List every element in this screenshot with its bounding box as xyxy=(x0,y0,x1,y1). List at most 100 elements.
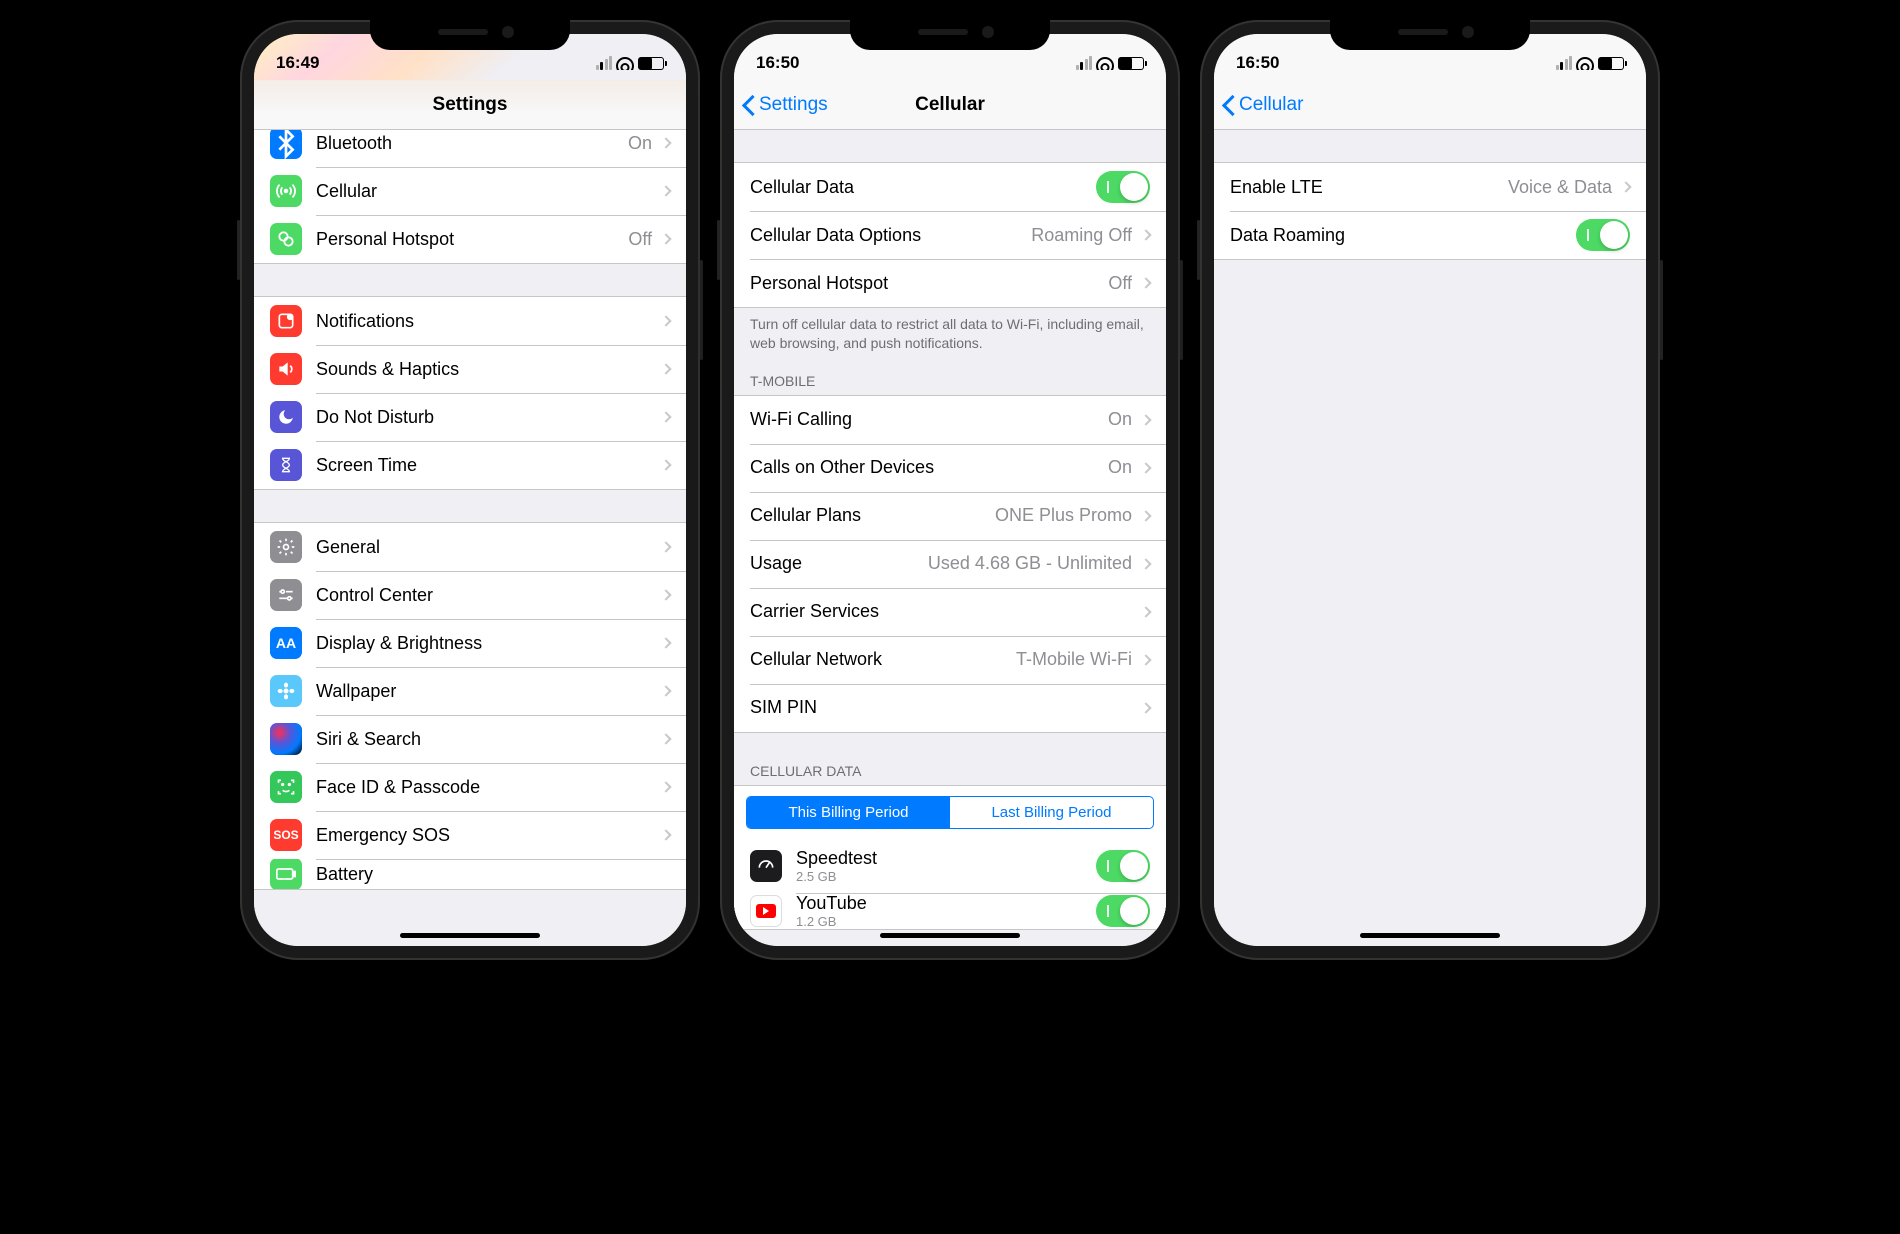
chevron-right-icon xyxy=(1140,702,1151,713)
signal-icon xyxy=(1076,56,1093,70)
chevron-right-icon xyxy=(660,541,671,552)
wifi-icon xyxy=(1576,57,1594,70)
row-enable-lte[interactable]: Enable LTE Voice & Data xyxy=(1214,163,1646,211)
battery-icon xyxy=(270,859,302,889)
status-time: 16:50 xyxy=(1236,53,1279,73)
display-icon: AA xyxy=(270,627,302,659)
row-calls-other[interactable]: Calls on Other Devices On xyxy=(734,444,1166,492)
row-wallpaper[interactable]: Wallpaper xyxy=(254,667,686,715)
battery-icon xyxy=(1118,57,1144,70)
notifications-icon xyxy=(270,305,302,337)
row-faceid[interactable]: Face ID & Passcode xyxy=(254,763,686,811)
cellular-content[interactable]: Cellular Data Cellular Data Options Roam… xyxy=(734,130,1166,946)
notch xyxy=(1330,20,1530,50)
row-hotspot[interactable]: Personal Hotspot Off xyxy=(254,215,686,263)
cellular-data-toggle[interactable] xyxy=(1096,171,1150,203)
hotspot-icon xyxy=(270,223,302,255)
row-data-roaming[interactable]: Data Roaming xyxy=(1214,211,1646,259)
bluetooth-icon xyxy=(270,130,302,159)
back-button[interactable]: Settings xyxy=(742,94,828,116)
nav-title: Settings xyxy=(433,94,508,116)
chevron-right-icon xyxy=(1140,510,1151,521)
sounds-icon xyxy=(270,353,302,385)
row-carrier-services[interactable]: Carrier Services xyxy=(734,588,1166,636)
row-screentime[interactable]: Screen Time xyxy=(254,441,686,489)
chevron-right-icon xyxy=(660,459,671,470)
chevron-right-icon xyxy=(1620,181,1631,192)
gear-icon xyxy=(270,531,302,563)
chevron-right-icon xyxy=(660,637,671,648)
switches-icon xyxy=(270,579,302,611)
home-indicator[interactable] xyxy=(400,933,540,938)
notch xyxy=(370,20,570,50)
back-button[interactable]: Cellular xyxy=(1222,94,1303,116)
moon-icon xyxy=(270,401,302,433)
row-general[interactable]: General xyxy=(254,523,686,571)
row-cellular-options[interactable]: Cellular Data Options Roaming Off xyxy=(734,211,1166,259)
face-icon xyxy=(270,771,302,803)
siri-icon xyxy=(270,723,302,755)
signal-icon xyxy=(596,56,613,70)
chevron-right-icon xyxy=(660,685,671,696)
carrier-header: T-MOBILE xyxy=(734,367,1166,395)
signal-icon xyxy=(1556,56,1573,70)
row-control-center[interactable]: Control Center xyxy=(254,571,686,619)
youtube-icon xyxy=(750,895,782,927)
phone-cellular: 16:50 Settings Cellular Cellular Data xyxy=(720,20,1180,960)
row-usage[interactable]: Usage Used 4.68 GB - Unlimited xyxy=(734,540,1166,588)
chevron-left-icon xyxy=(742,94,755,116)
row-sounds[interactable]: Sounds & Haptics xyxy=(254,345,686,393)
wifi-icon xyxy=(1096,57,1114,70)
phone-settings: 16:49 Settings Bluetooth xyxy=(240,20,700,960)
youtube-toggle[interactable] xyxy=(1096,895,1150,927)
seg-this-period[interactable]: This Billing Period xyxy=(747,797,950,828)
row-dnd[interactable]: Do Not Disturb xyxy=(254,393,686,441)
seg-last-period[interactable]: Last Billing Period xyxy=(950,797,1153,828)
chevron-right-icon xyxy=(660,733,671,744)
row-notifications[interactable]: Notifications xyxy=(254,297,686,345)
home-indicator[interactable] xyxy=(880,933,1020,938)
row-hotspot[interactable]: Personal Hotspot Off xyxy=(734,259,1166,307)
chevron-right-icon xyxy=(660,829,671,840)
chevron-right-icon xyxy=(1140,414,1151,425)
status-time: 16:50 xyxy=(756,53,799,73)
chevron-left-icon xyxy=(1222,94,1235,116)
row-sos[interactable]: SOS Emergency SOS xyxy=(254,811,686,859)
chevron-right-icon xyxy=(660,137,671,148)
nav-bar: Settings Cellular xyxy=(734,80,1166,130)
sos-icon: SOS xyxy=(270,819,302,851)
row-battery[interactable]: Battery xyxy=(254,859,686,889)
options-content[interactable]: Enable LTE Voice & Data Data Roaming xyxy=(1214,130,1646,946)
row-wifi-calling[interactable]: Wi-Fi Calling On xyxy=(734,396,1166,444)
chevron-right-icon xyxy=(1140,606,1151,617)
chevron-right-icon xyxy=(660,411,671,422)
home-indicator[interactable] xyxy=(1360,933,1500,938)
hourglass-icon xyxy=(270,449,302,481)
row-app-youtube[interactable]: YouTube 1.2 GB xyxy=(734,893,1166,929)
cellular-footer: Turn off cellular data to restrict all d… xyxy=(734,308,1166,357)
chevron-right-icon xyxy=(1140,558,1151,569)
billing-segment[interactable]: This Billing Period Last Billing Period xyxy=(746,796,1154,829)
phone-options: 16:50 Cellular Enable LTE Voice & Data xyxy=(1200,20,1660,960)
flower-icon xyxy=(270,675,302,707)
antenna-icon xyxy=(270,175,302,207)
row-siri[interactable]: Siri & Search xyxy=(254,715,686,763)
nav-bar: Cellular xyxy=(1214,80,1646,130)
row-display[interactable]: AA Display & Brightness xyxy=(254,619,686,667)
chevron-right-icon xyxy=(660,363,671,374)
row-cellular-network[interactable]: Cellular Network T-Mobile Wi-Fi xyxy=(734,636,1166,684)
battery-icon xyxy=(638,57,664,70)
row-cellular[interactable]: Cellular xyxy=(254,167,686,215)
speedtest-toggle[interactable] xyxy=(1096,850,1150,882)
row-sim-pin[interactable]: SIM PIN xyxy=(734,684,1166,732)
speedtest-icon xyxy=(750,850,782,882)
row-cellular-data[interactable]: Cellular Data xyxy=(734,163,1166,211)
chevron-right-icon xyxy=(660,315,671,326)
row-app-speedtest[interactable]: Speedtest 2.5 GB xyxy=(734,839,1166,893)
chevron-right-icon xyxy=(1140,654,1151,665)
settings-content[interactable]: Bluetooth On Cellular Personal Hotspot xyxy=(254,130,686,946)
row-bluetooth[interactable]: Bluetooth On xyxy=(254,130,686,167)
data-roaming-toggle[interactable] xyxy=(1576,219,1630,251)
row-plans[interactable]: Cellular Plans ONE Plus Promo xyxy=(734,492,1166,540)
chevron-right-icon xyxy=(1140,229,1151,240)
